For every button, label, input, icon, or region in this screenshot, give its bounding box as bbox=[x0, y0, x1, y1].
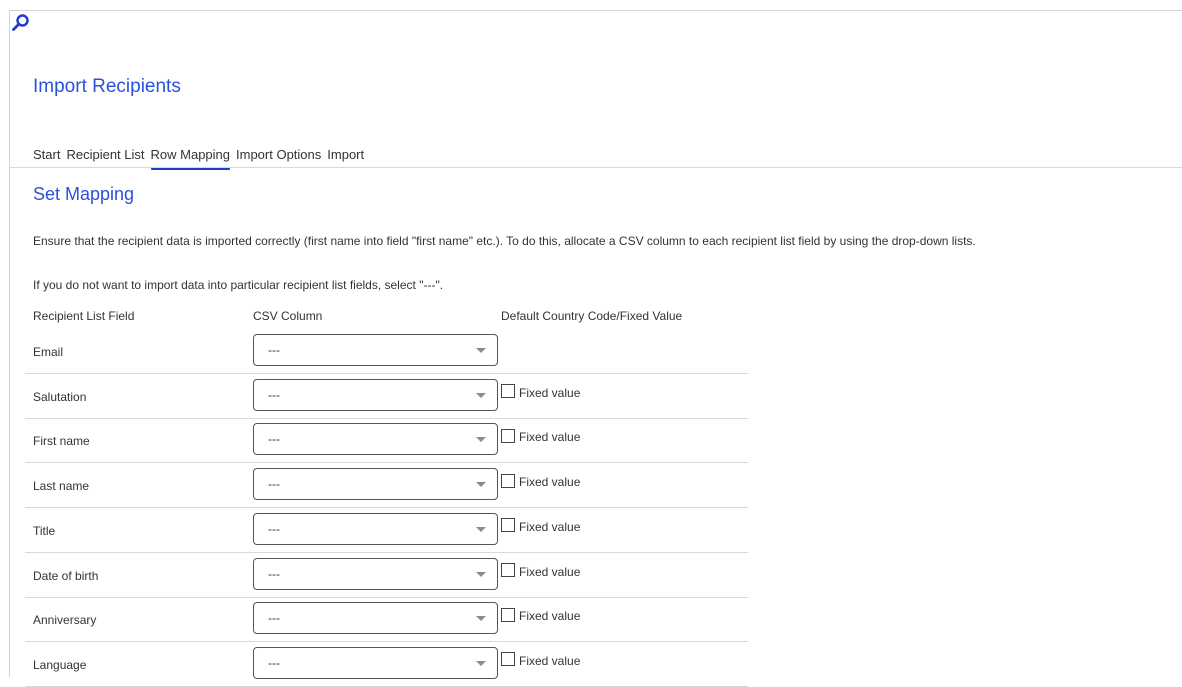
column-header-field: Recipient List Field bbox=[33, 309, 135, 323]
fixed-value-checkbox[interactable] bbox=[501, 473, 515, 488]
fixed-value-checkbox[interactable] bbox=[501, 428, 515, 443]
mapping-row: Title --- Fixed value bbox=[25, 509, 748, 553]
chevron-down-icon bbox=[476, 526, 486, 532]
mapping-description: Ensure that the recipient data is import… bbox=[33, 234, 976, 248]
fixed-value-option[interactable]: Fixed value bbox=[501, 427, 580, 444]
fixed-value-label: Fixed value bbox=[519, 475, 581, 490]
chevron-down-icon bbox=[476, 660, 486, 666]
csv-column-select[interactable]: --- bbox=[253, 378, 498, 411]
tabs-divider bbox=[10, 167, 1182, 168]
mapping-row: Anniversary --- Fixed value bbox=[25, 598, 748, 643]
wizard-tabs: Start Recipient List Row Mapping Import … bbox=[33, 147, 364, 170]
tab-import-options[interactable]: Import Options bbox=[236, 147, 321, 166]
mapping-row: Last name --- Fixed value bbox=[25, 464, 748, 509]
field-label: Title bbox=[33, 523, 56, 538]
csv-column-value: --- bbox=[268, 477, 280, 492]
csv-column-value: --- bbox=[268, 387, 280, 402]
field-label: Salutation bbox=[33, 389, 87, 404]
csv-column-select[interactable]: --- bbox=[253, 334, 498, 366]
chevron-down-icon bbox=[476, 437, 486, 443]
column-header-default: Default Country Code/Fixed Value bbox=[501, 309, 683, 323]
section-title: Set Mapping bbox=[33, 184, 135, 204]
mapping-row: Email --- bbox=[25, 330, 748, 374]
csv-column-value: --- bbox=[268, 655, 280, 670]
fixed-value-label: Fixed value bbox=[519, 385, 581, 400]
fixed-value-label: Fixed value bbox=[519, 430, 581, 445]
tab-recipient-list[interactable]: Recipient List bbox=[66, 147, 144, 166]
chevron-down-icon bbox=[476, 392, 486, 398]
fixed-value-label: Fixed value bbox=[519, 564, 581, 579]
fixed-value-checkbox[interactable] bbox=[501, 607, 515, 622]
tab-start[interactable]: Start bbox=[33, 147, 60, 166]
field-label: Last name bbox=[33, 479, 90, 494]
field-label: Language bbox=[33, 657, 87, 672]
fixed-value-checkbox[interactable] bbox=[501, 563, 515, 577]
fixed-value-label: Fixed value bbox=[519, 519, 581, 534]
csv-column-select[interactable]: --- bbox=[253, 646, 498, 679]
fixed-value-option[interactable]: Fixed value bbox=[501, 517, 580, 534]
column-header-csv: CSV Column bbox=[253, 309, 323, 323]
mapping-row: Date of birth --- Fixed value bbox=[25, 554, 748, 598]
mapping-hint: If you do not want to import data into p… bbox=[33, 278, 444, 292]
fixed-value-checkbox[interactable] bbox=[501, 384, 515, 399]
fixed-value-option[interactable]: Fixed value bbox=[501, 383, 580, 400]
fixed-value-option[interactable]: Fixed value bbox=[501, 472, 580, 489]
csv-column-select[interactable]: --- bbox=[253, 468, 498, 501]
field-label: Anniversary bbox=[33, 613, 97, 628]
field-label: First name bbox=[33, 434, 90, 449]
fixed-value-option[interactable]: Fixed value bbox=[501, 651, 580, 668]
fixed-value-label: Fixed value bbox=[519, 609, 581, 624]
field-label: Email bbox=[33, 345, 64, 359]
fixed-value-label: Fixed value bbox=[519, 653, 581, 668]
field-label: Date of birth bbox=[33, 568, 99, 583]
mapping-row: Language --- Fixed value bbox=[25, 643, 748, 687]
csv-column-value: --- bbox=[268, 432, 280, 447]
csv-column-value: --- bbox=[268, 343, 280, 357]
mapping-row: First name --- Fixed value bbox=[25, 419, 748, 464]
csv-column-select[interactable]: --- bbox=[253, 423, 498, 456]
csv-column-select[interactable]: --- bbox=[253, 602, 498, 635]
tab-import[interactable]: Import bbox=[327, 147, 364, 166]
fixed-value-checkbox[interactable] bbox=[501, 652, 515, 667]
csv-column-select[interactable]: --- bbox=[253, 557, 498, 590]
tab-row-mapping[interactable]: Row Mapping bbox=[150, 147, 230, 170]
page-title: Import Recipients bbox=[33, 76, 181, 97]
csv-column-select[interactable]: --- bbox=[253, 512, 498, 545]
chevron-down-icon bbox=[476, 571, 486, 577]
csv-column-value: --- bbox=[268, 566, 280, 581]
search-icon[interactable] bbox=[10, 12, 32, 34]
chevron-down-icon bbox=[476, 616, 486, 622]
chevron-down-icon bbox=[476, 348, 486, 353]
fixed-value-option[interactable]: Fixed value bbox=[501, 606, 580, 623]
fixed-value-option[interactable]: Fixed value bbox=[501, 562, 580, 579]
chevron-down-icon bbox=[476, 482, 486, 488]
csv-column-value: --- bbox=[268, 611, 280, 626]
fixed-value-checkbox[interactable] bbox=[501, 518, 515, 533]
csv-column-value: --- bbox=[268, 521, 280, 536]
mapping-row: Salutation --- Fixed value bbox=[25, 375, 748, 419]
